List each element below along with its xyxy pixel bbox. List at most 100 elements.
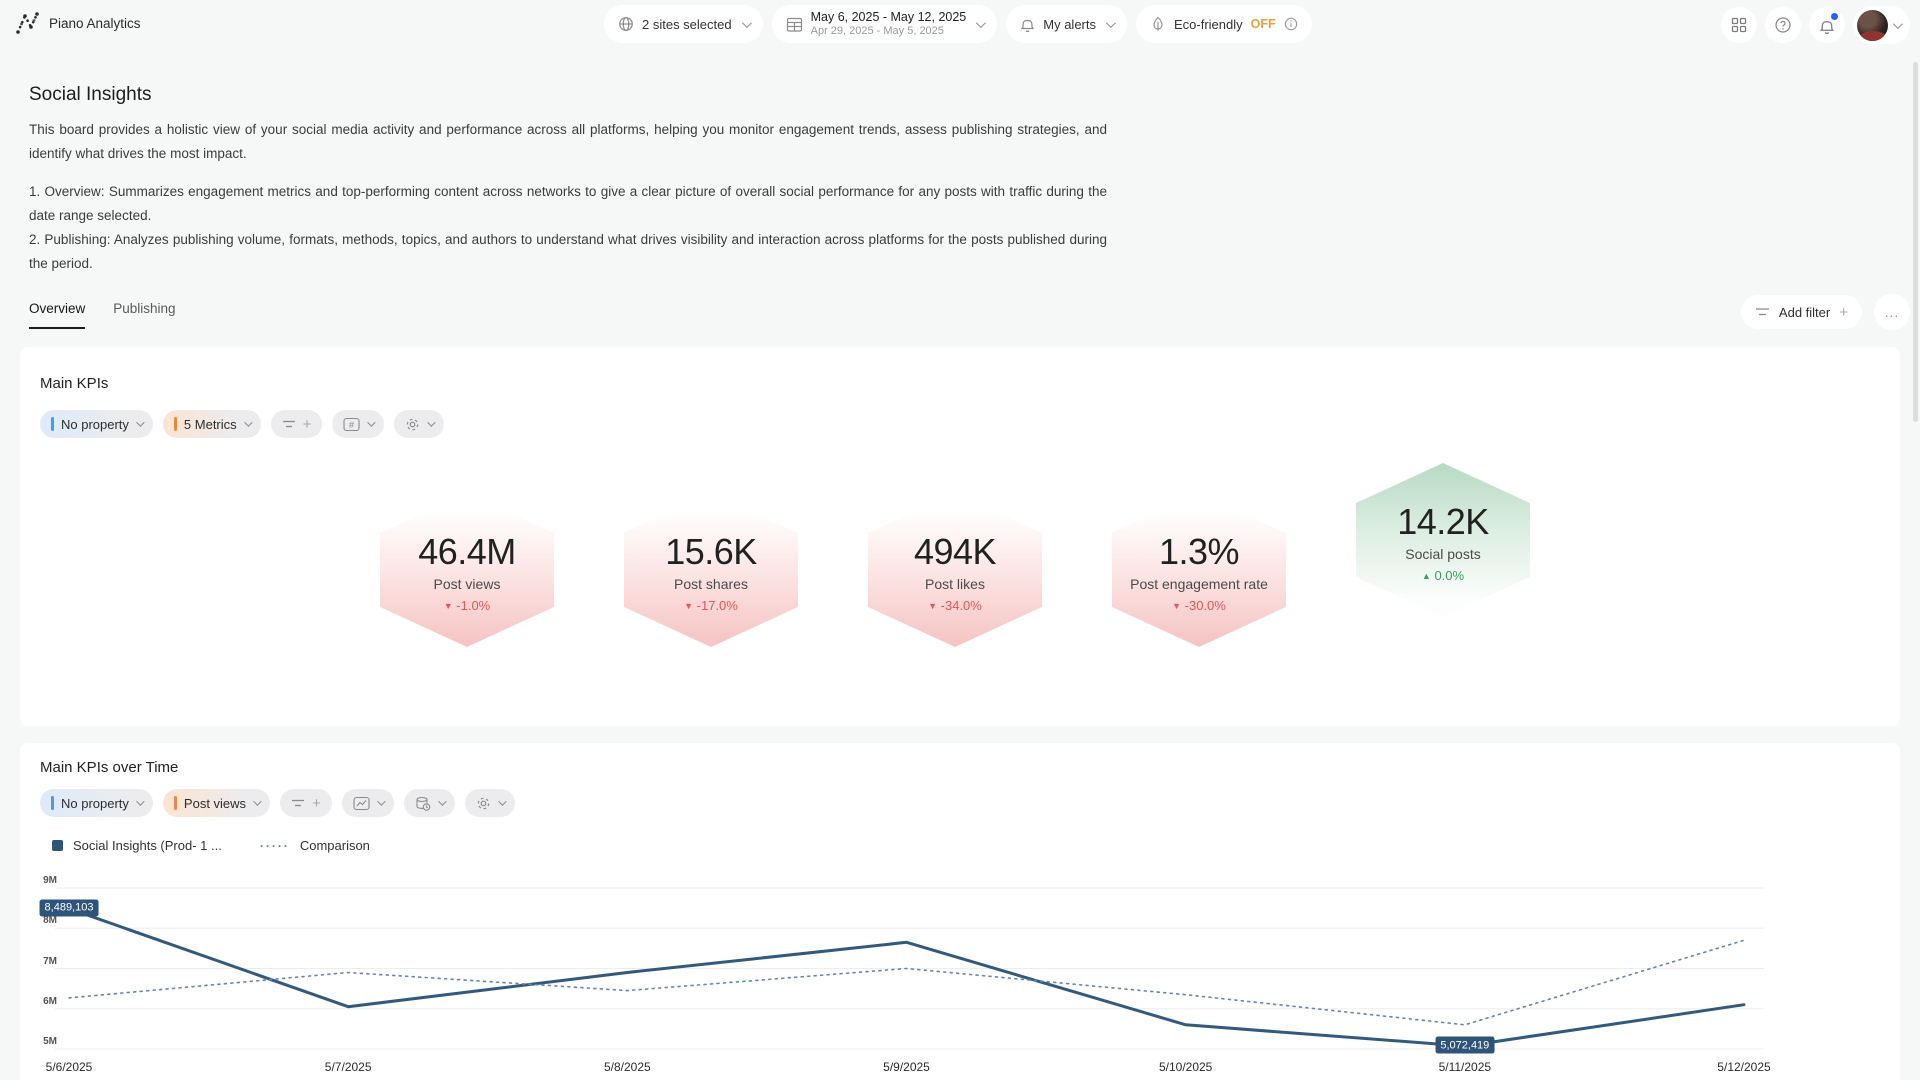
kpi-change: ▼ -17.0% <box>624 598 798 613</box>
kpi-value: 1.3% <box>1112 531 1286 573</box>
eco-friendly-state: OFF <box>1251 17 1276 31</box>
page-title: Social Insights <box>29 84 152 106</box>
kpi-label: Post likes <box>868 576 1042 592</box>
kpi-value: 14.2K <box>1356 501 1530 543</box>
kpi-card-post-views[interactable]: 46.4MPost views▼ -1.0% <box>380 493 554 647</box>
widget-settings-button[interactable] <box>465 789 515 817</box>
tab-publishing[interactable]: Publishing <box>113 301 175 329</box>
chart-type-selector[interactable] <box>342 789 394 817</box>
description-item-overview: 1. Overview: Summarizes engagement metri… <box>29 180 1107 228</box>
description-item-publishing: 2. Publishing: Analyzes publishing volum… <box>29 228 1107 276</box>
kpi-card-post-engagement-rate[interactable]: 1.3% Post engagement rate ▼ -30.0% <box>1112 493 1286 647</box>
gear-icon <box>476 796 491 811</box>
property-selector[interactable]: No property <box>40 410 153 438</box>
top-header: Piano Analytics 2 sites selected May 6, … <box>0 0 1920 50</box>
my-alerts-button[interactable]: My alerts <box>1006 5 1127 43</box>
x-axis-tick-label: 5/10/2025 <box>1159 1060 1212 1074</box>
kpi-change: ▼ -30.0% <box>1112 598 1286 613</box>
bell-icon <box>1020 16 1035 32</box>
add-filter-button[interactable]: Add filter + <box>1741 295 1862 329</box>
metrics-selector[interactable]: 5 Metrics <box>163 410 261 438</box>
main-kpis-panel: Main KPIs No property 5 Metrics + # <box>20 347 1900 726</box>
brand: Piano Analytics <box>14 8 141 38</box>
add-filter-label: Add filter <box>1779 305 1830 320</box>
widget-settings-button[interactable] <box>394 410 444 438</box>
apps-grid-icon <box>1731 17 1747 33</box>
database-history-icon <box>415 796 431 811</box>
legend-series-label[interactable]: Social Insights (Prod- 1 ... <box>73 838 222 853</box>
question-mark-icon <box>1774 16 1792 34</box>
svg-text:#: # <box>349 419 354 429</box>
x-axis-tick-label: 5/7/2025 <box>325 1060 372 1074</box>
metric-selector[interactable]: Post views <box>163 789 270 817</box>
segment-filter-button[interactable]: + <box>280 789 332 817</box>
metric-color-bar <box>174 796 177 810</box>
my-alerts-label: My alerts <box>1043 17 1096 32</box>
y-axis-tick-label: 5M <box>27 1036 57 1047</box>
line-chart[interactable] <box>40 884 1764 1080</box>
display-format-selector[interactable]: # <box>332 410 384 438</box>
section-title-kpis-over-time: Main KPIs over Time <box>40 759 178 776</box>
site-selector[interactable]: 2 sites selected <box>604 5 763 43</box>
chevron-down-icon <box>498 797 506 805</box>
user-menu[interactable] <box>1853 6 1910 44</box>
kpi-value: 494K <box>868 531 1042 573</box>
kpi-label: Post engagement rate <box>1112 576 1286 592</box>
kpi-value: 46.4M <box>380 531 554 573</box>
apps-grid-button[interactable] <box>1721 7 1757 43</box>
x-axis-tick-label: 5/6/2025 <box>46 1060 93 1074</box>
legend-comparison-label[interactable]: Comparison <box>300 838 370 853</box>
notifications-button[interactable] <box>1809 7 1845 43</box>
y-axis-tick-label: 8M <box>27 915 57 926</box>
gear-icon <box>405 417 420 432</box>
main-kpis-over-time-panel: Main KPIs over Time No property Post vie… <box>20 743 1900 1080</box>
plus-icon: + <box>1839 304 1848 321</box>
filter-icon <box>291 798 305 809</box>
y-axis-tick-label: 6M <box>27 996 57 1007</box>
number-format-icon: # <box>343 417 360 432</box>
arrow-down-icon: ▼ <box>444 601 453 611</box>
metrics-color-bar <box>174 417 177 431</box>
property-selector[interactable]: No property <box>40 789 153 817</box>
help-button[interactable] <box>1765 7 1801 43</box>
eco-friendly-toggle[interactable]: Eco-friendly OFF <box>1136 5 1312 43</box>
piano-analytics-logo-icon <box>14 8 40 38</box>
date-range-picker[interactable]: May 6, 2025 - May 12, 2025 Apr 29, 2025 … <box>772 5 998 43</box>
info-icon[interactable] <box>1284 17 1298 31</box>
filter-icon <box>1755 306 1770 318</box>
chevron-down-icon <box>368 418 376 426</box>
board-more-options-button[interactable]: ... <box>1874 294 1910 330</box>
arrow-up-icon: ▲ <box>1422 571 1431 581</box>
segment-filter-button[interactable]: + <box>271 410 323 438</box>
x-axis-tick-label: 5/8/2025 <box>604 1060 651 1074</box>
avatar <box>1857 10 1888 41</box>
ellipsis-icon: ... <box>1885 304 1900 320</box>
kpi-change: ▼ -34.0% <box>868 598 1042 613</box>
line-chart-icon <box>353 796 370 811</box>
vertical-scrollbar[interactable] <box>1913 62 1918 422</box>
y-axis-tick-label: 9M <box>27 875 57 886</box>
kpi-card-post-shares[interactable]: 15.6KPost shares▼ -17.0% <box>624 493 798 647</box>
comparison-line-swatch: ····· <box>260 839 290 853</box>
property-color-bar <box>51 796 54 810</box>
calendar-icon <box>786 16 803 33</box>
site-selector-label: 2 sites selected <box>642 17 732 32</box>
board-description: This board provides a holistic view of y… <box>29 118 1107 276</box>
kpi-card-social-posts[interactable]: 14.2KSocial posts▲ 0.0% <box>1356 463 1530 617</box>
chevron-down-icon <box>1893 19 1903 29</box>
kpi-card-post-likes[interactable]: 494K Post likes ▼ -34.0% <box>868 493 1042 647</box>
globe-icon <box>618 16 634 32</box>
chevron-down-icon <box>976 18 986 28</box>
arrow-down-icon: ▼ <box>1172 601 1181 611</box>
plus-icon: + <box>303 416 312 433</box>
app-title: Piano Analytics <box>49 16 141 31</box>
plus-icon: + <box>312 795 321 812</box>
date-range-current: May 6, 2025 - May 12, 2025 <box>811 10 967 24</box>
section-title-main-kpis: Main KPIs <box>40 375 108 392</box>
chevron-down-icon <box>742 18 752 28</box>
data-comparison-button[interactable] <box>404 789 455 817</box>
tab-overview[interactable]: Overview <box>29 301 85 329</box>
kpi-value: 15.6K <box>624 531 798 573</box>
kpi-label: Social posts <box>1356 546 1530 562</box>
metric-selector-label: Post views <box>184 796 246 811</box>
